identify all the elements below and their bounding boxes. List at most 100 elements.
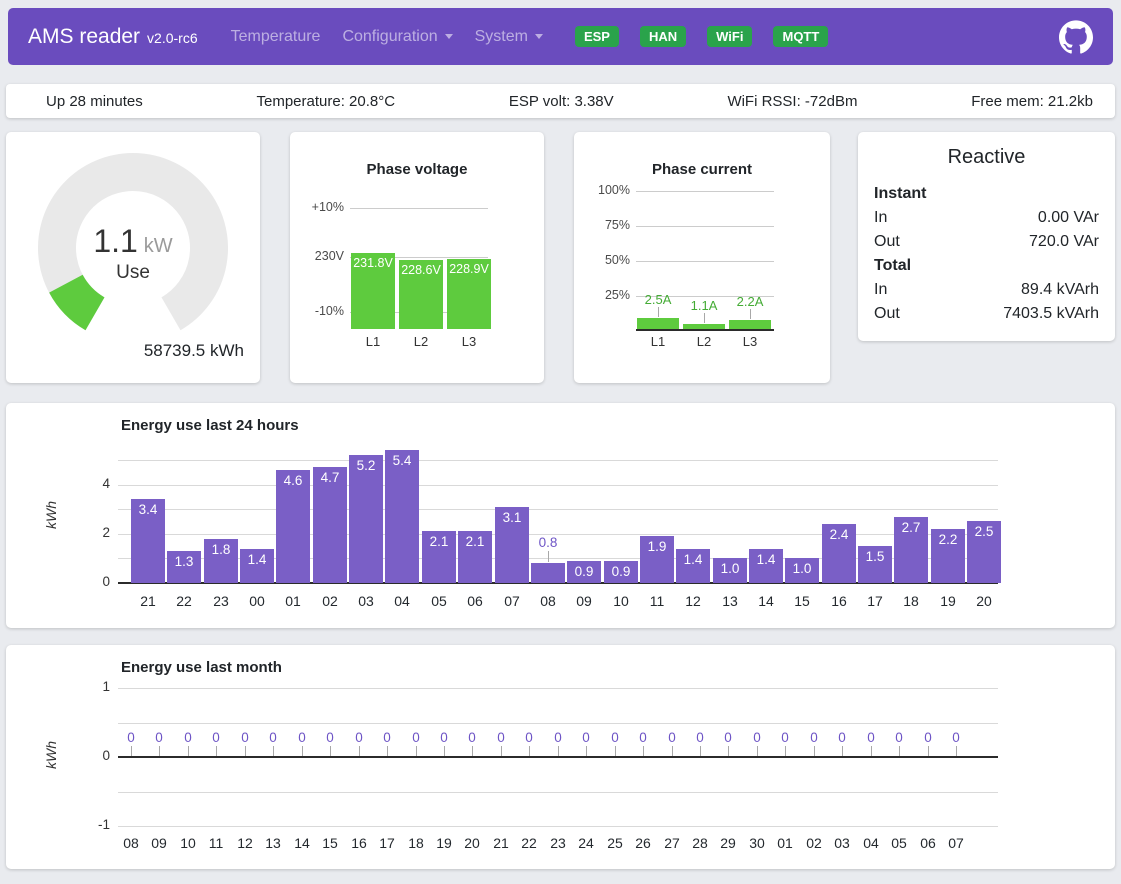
callout-line — [159, 746, 160, 756]
gridline — [350, 208, 488, 209]
y-tick-label: 230V — [300, 249, 344, 263]
x-tick-label: L1 — [637, 334, 679, 349]
energy-month-card: Energy use last month kWh 10-10080090100… — [6, 645, 1115, 869]
x-tick-label: 11 — [640, 593, 674, 609]
bar-value-label: 2.2A — [729, 294, 771, 309]
phase-voltage-card: Phase voltage +10%230V-10%231.8VL1228.6V… — [290, 132, 544, 383]
callout-line — [359, 746, 360, 756]
bar-value-label: 4.7 — [313, 470, 347, 485]
x-tick-label: 12 — [676, 593, 710, 609]
reactive-row: In 0.00 VAr — [874, 206, 1099, 230]
callout-line — [245, 746, 246, 756]
callout-line — [416, 746, 417, 756]
y-tick-label: -10% — [300, 304, 344, 318]
bar-value-label: 5.2 — [349, 458, 383, 473]
callout-line — [658, 307, 659, 317]
callout-line — [842, 746, 843, 756]
x-tick-label: L3 — [447, 334, 491, 349]
status-badge-wifi: WiFi — [707, 26, 752, 47]
current-bar — [683, 324, 725, 329]
callout-line — [501, 746, 502, 756]
row-label: Total — [874, 254, 911, 278]
x-axis-line — [118, 756, 998, 758]
uptime-text: Up 28 minutes — [46, 93, 143, 110]
app-brand[interactable]: AMS reader v2.0-rc6 — [28, 25, 198, 49]
x-tick-label: 21 — [131, 593, 165, 609]
callout-line — [586, 746, 587, 756]
callout-line — [704, 313, 705, 323]
callout-line — [785, 746, 786, 756]
callout-line — [548, 551, 549, 562]
callout-line — [188, 746, 189, 756]
github-link[interactable] — [1059, 20, 1093, 54]
row-value: 0.00 VAr — [1038, 206, 1099, 230]
x-tick-label: 10 — [604, 593, 638, 609]
bar-value-label: 3.4 — [131, 502, 165, 517]
x-axis-line — [636, 329, 774, 331]
nav-item-label: System — [475, 28, 528, 46]
reactive-row: Instant — [874, 182, 1099, 206]
gridline — [118, 826, 998, 827]
x-tick-label: 16 — [822, 593, 856, 609]
callout-line — [387, 746, 388, 756]
bar-value-label: 2.7 — [894, 520, 928, 535]
callout-line — [558, 746, 559, 756]
callout-line — [728, 746, 729, 756]
gauge-value: 1.1 — [93, 223, 137, 259]
x-tick-label: 07 — [939, 835, 973, 851]
bar-value-label: 4.6 — [276, 473, 310, 488]
y-axis-title: kWh — [43, 725, 59, 785]
esp-volt-text: ESP volt: 3.38V — [509, 93, 614, 110]
x-tick-label: 18 — [894, 593, 928, 609]
x-tick-label: 23 — [204, 593, 238, 609]
chevron-down-icon — [445, 34, 453, 39]
callout-line — [956, 746, 957, 756]
wifi-rssi-text: WiFi RSSI: -72dBm — [727, 93, 857, 110]
nav-item-temperature[interactable]: Temperature — [231, 28, 321, 46]
gridline — [118, 509, 998, 510]
x-tick-label: 06 — [458, 593, 492, 609]
bar-value-label: 0.8 — [531, 535, 565, 550]
nav-item-label: Temperature — [231, 28, 321, 46]
callout-line — [615, 746, 616, 756]
callout-line — [700, 746, 701, 756]
x-tick-label: L3 — [729, 334, 771, 349]
y-tick-label: 2 — [76, 525, 110, 540]
x-tick-label: 20 — [967, 593, 1001, 609]
chevron-down-icon — [535, 34, 543, 39]
x-tick-label: 22 — [167, 593, 201, 609]
y-tick-label: 0 — [76, 574, 110, 589]
bar-value-label: 2.1 — [458, 534, 492, 549]
x-tick-label: 03 — [349, 593, 383, 609]
callout-line — [330, 746, 331, 756]
nav-item-configuration[interactable]: Configuration — [342, 28, 452, 46]
x-tick-label: 01 — [276, 593, 310, 609]
gridline — [118, 460, 998, 461]
gauge-unit: kW — [144, 235, 173, 257]
callout-line — [131, 746, 132, 756]
bar-value-label: 1.4 — [749, 552, 783, 567]
bar-value-label: 1.5 — [858, 549, 892, 564]
chart-title: Energy use last 24 hours — [121, 417, 299, 434]
row-label: In — [874, 206, 887, 230]
bar-value-label: 1.9 — [640, 539, 674, 554]
x-tick-label: 15 — [785, 593, 819, 609]
x-tick-label: 04 — [385, 593, 419, 609]
callout-line — [672, 746, 673, 756]
nav-item-system[interactable]: System — [475, 28, 543, 46]
temperature-text: Temperature: 20.8°C — [257, 93, 396, 110]
row-value: 89.4 kVArh — [1021, 278, 1099, 302]
reactive-row: Out720.0 VAr — [874, 230, 1099, 254]
bar-value-label: 2.2 — [931, 532, 965, 547]
bar-value-label: 231.8V — [351, 256, 395, 270]
x-tick-label: L2 — [399, 334, 443, 349]
y-tick-label: -1 — [76, 817, 110, 832]
energy-bar — [531, 563, 565, 583]
chart-title: Energy use last month — [121, 659, 282, 676]
free-mem-text: Free mem: 21.2kb — [971, 93, 1093, 110]
row-label: Instant — [874, 182, 926, 206]
energy-bar — [385, 450, 419, 583]
bar-value-label: 0 — [939, 730, 973, 745]
y-tick-label: 4 — [76, 476, 110, 491]
callout-line — [472, 746, 473, 756]
